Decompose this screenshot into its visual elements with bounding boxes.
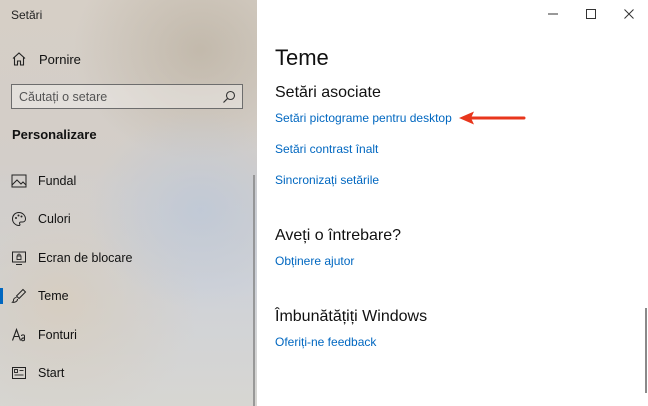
home-icon (10, 50, 28, 68)
sidebar-item-start[interactable]: Start (0, 358, 257, 388)
section-title: Personalizare (12, 127, 97, 142)
app-title: Setări (11, 8, 43, 22)
search-input[interactable]: Căutați o setare (11, 84, 243, 109)
related-settings-heading: Setări asociate (275, 84, 381, 101)
themes-icon (11, 288, 27, 304)
sidebar-item-fonturi[interactable]: Fonturi (0, 320, 257, 350)
high-contrast-settings-link[interactable]: Setări contrast înalt (275, 142, 378, 156)
minimize-icon (548, 13, 558, 15)
sidebar-item-fundal[interactable]: Fundal (0, 166, 257, 196)
search-placeholder: Căutați o setare (19, 89, 108, 104)
sidebar-item-culori[interactable]: Culori (0, 204, 257, 234)
main-content: Teme Setări asociate Setări pictograme p… (257, 0, 648, 406)
window-controls (534, 0, 648, 28)
main-scrollbar[interactable] (645, 308, 647, 393)
get-help-link[interactable]: Obținere ajutor (275, 254, 354, 268)
sync-settings-link[interactable]: Sincronizați setările (275, 173, 379, 187)
sidebar-item-label: Ecran de blocare (38, 251, 133, 265)
sidebar-item-label: Fundal (38, 174, 77, 188)
font-icon (11, 327, 27, 343)
improve-windows-heading: Îmbunătățiți Windows (275, 308, 428, 325)
sidebar-item-label: Start (38, 366, 65, 380)
maximize-button[interactable] (572, 0, 610, 28)
start-icon (11, 365, 27, 381)
home-nav-item[interactable]: Pornire (10, 48, 81, 70)
feedback-link[interactable]: Oferiți-ne feedback (275, 335, 376, 349)
lock-screen-icon (11, 250, 27, 266)
sidebar-item-ecran-de-blocare[interactable]: Ecran de blocare (0, 243, 257, 273)
palette-icon (11, 211, 27, 227)
maximize-icon (586, 9, 596, 19)
sidebar-item-label: Culori (38, 212, 71, 226)
sidebar-item-label: Teme (38, 289, 69, 303)
annotation-arrow-icon (459, 111, 526, 125)
minimize-button[interactable] (534, 0, 572, 28)
home-label: Pornire (39, 51, 81, 67)
question-heading: Aveți o întrebare? (275, 227, 402, 244)
close-button[interactable] (610, 0, 648, 28)
sidebar-item-teme[interactable]: Teme (0, 281, 257, 311)
sidebar-item-label: Fonturi (38, 328, 77, 342)
search-icon[interactable] (222, 90, 236, 104)
close-icon (624, 9, 634, 19)
desktop-icon-settings-link[interactable]: Setări pictograme pentru desktop (275, 111, 452, 125)
sidebar: Setări Pornire Căutați o setare Personal… (0, 0, 257, 406)
picture-icon (11, 173, 27, 189)
sidebar-scrollbar[interactable] (253, 175, 255, 406)
page-title: Teme (275, 45, 329, 70)
